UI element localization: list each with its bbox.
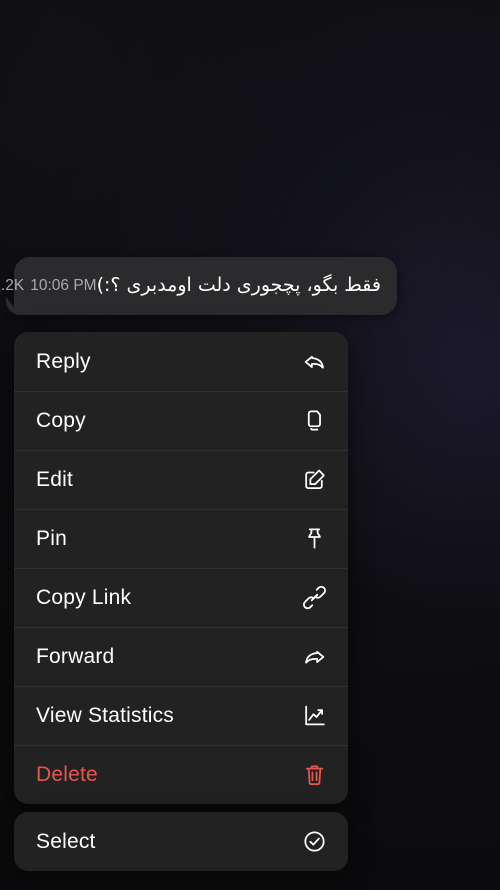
menu-item-edit[interactable]: Edit [14,450,348,509]
trash-bin-icon [301,762,327,788]
chain-link-icon [301,585,327,611]
message-bubble[interactable]: فقط بگو، پچجوری دلت اومدبری ؟:) 22.2K 10… [0,257,397,315]
menu-item-label: Reply [36,349,91,373]
line-chart-icon [301,703,327,729]
menu-item-label: View Statistics [36,703,174,727]
menu-item-label: Pin [36,526,67,550]
pushpin-icon [301,526,327,552]
menu-item-reply[interactable]: Reply [14,332,348,391]
context-menu-secondary: Select [14,812,348,871]
menu-item-delete[interactable]: Delete [14,745,348,804]
menu-item-label: Select [36,829,96,853]
menu-item-copy[interactable]: Copy [14,391,348,450]
menu-item-label: Delete [36,762,98,786]
forward-arrow-icon [301,644,327,670]
copy-documents-icon [301,408,327,434]
menu-item-forward[interactable]: Forward [14,627,348,686]
menu-item-label: Copy Link [36,585,132,609]
menu-item-label: Forward [36,644,115,668]
edit-pencil-square-icon [301,467,327,493]
menu-item-copy-link[interactable]: Copy Link [14,568,348,627]
context-menu: Reply Copy Edit Pin Copy Link Forward Vi… [14,332,348,804]
message-timestamp: 10:06 PM [30,276,97,294]
message-text: فقط بگو، پچجوری دلت اومدبری ؟:) [96,274,381,297]
menu-item-label: Copy [36,408,86,432]
menu-item-select[interactable]: Select [14,812,348,871]
menu-item-pin[interactable]: Pin [14,509,348,568]
message-meta: 22.2K 10:06 PM [0,277,97,296]
chat-screen: فقط بگو، پچجوری دلت اومدبری ؟:) 22.2K 10… [0,0,500,890]
view-count: 22.2K [0,276,25,294]
check-circle-icon [301,829,327,855]
reply-arrow-icon [301,349,327,375]
menu-item-view-statistics[interactable]: View Statistics [14,686,348,745]
menu-item-label: Edit [36,467,73,491]
message-bubble-wrapper: فقط بگو، پچجوری دلت اومدبری ؟:) 22.2K 10… [0,257,397,315]
